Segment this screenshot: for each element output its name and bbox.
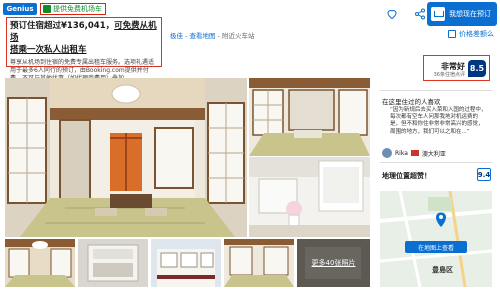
location-label: 地理位置超赞！ — [382, 172, 431, 180]
room-photo-2[interactable] — [249, 78, 370, 156]
shuttle-icon — [43, 5, 51, 13]
flag-icon — [410, 150, 419, 156]
map-link[interactable]: 极佳 - 查看地图 — [170, 32, 215, 40]
reviewer-country: 澳大利亚 — [421, 150, 446, 158]
map-district-label: 豊島区 — [432, 266, 453, 274]
share-icon[interactable] — [414, 8, 426, 20]
airport-taxi-promo: 预订住宿超过¥136,041，可免费从机场 搭乘一次私人出租车 尊享从机场到住宿… — [6, 17, 162, 82]
reviewer: Rika 澳大利亚 — [382, 148, 446, 158]
review-heading: 在这里住过的人喜欢 — [382, 98, 441, 106]
address-line: 极佳 - 查看地图 - 附近火车站 — [170, 30, 254, 40]
thumbnail-2[interactable] — [78, 239, 148, 287]
promo-title: 预订住宿超过¥136,041，可免费从机场 搭乘一次私人出租车 — [10, 20, 158, 56]
main-photo[interactable] — [5, 78, 247, 237]
address-suffix: - 附近火车站 — [215, 32, 255, 40]
genius-badge: Genius — [3, 3, 37, 15]
top-actions — [386, 8, 426, 20]
avatar — [382, 148, 392, 158]
score-badge: 8.5 — [468, 60, 486, 77]
price-match-label: 价格差额么 — [459, 30, 494, 38]
location-score: 9.4 — [477, 168, 491, 181]
reserve-button[interactable]: 我想现在预订 — [427, 2, 497, 26]
tag-icon — [448, 30, 456, 38]
cart-icon — [431, 7, 445, 21]
thumbnail-4[interactable] — [224, 239, 294, 287]
divider — [380, 90, 492, 91]
more-photos-label[interactable]: 更多40张照片 — [297, 239, 370, 287]
airport-shuttle-tag: 提供免费机场车 — [40, 3, 106, 15]
map-preview[interactable]: 在地图上查看 豊島区 — [380, 191, 492, 287]
promo-title-line2: 搭乘一次私人出租车 — [10, 45, 87, 55]
heart-icon[interactable] — [386, 8, 398, 20]
thumbnail-1[interactable] — [5, 239, 75, 287]
reviewer-name: Rika — [395, 149, 408, 157]
reserve-button-label: 我想现在预订 — [449, 10, 491, 18]
price-match-link[interactable]: 价格差额么 — [448, 29, 494, 39]
thumbnail-more-photos[interactable]: 更多40张照片 — [297, 239, 370, 287]
thumbnail-3[interactable] — [151, 239, 221, 287]
room-photo-3[interactable] — [249, 157, 370, 237]
divider — [380, 162, 492, 163]
promo-title-part1: 预订住宿超过¥136,041， — [10, 21, 115, 31]
rating-box[interactable]: 非常好 36条住宿点评 8.5 — [423, 55, 490, 81]
review-quote: “因为新规后去买入菜和入国的过程中，每次都有空车人问那我地对机运费的是，但不和你… — [390, 107, 487, 135]
view-on-map-button[interactable]: 在地图上查看 — [405, 241, 467, 253]
review-count: 36条住宿点评 — [433, 72, 465, 78]
shuttle-tag-label: 提供免费机场车 — [53, 5, 102, 13]
